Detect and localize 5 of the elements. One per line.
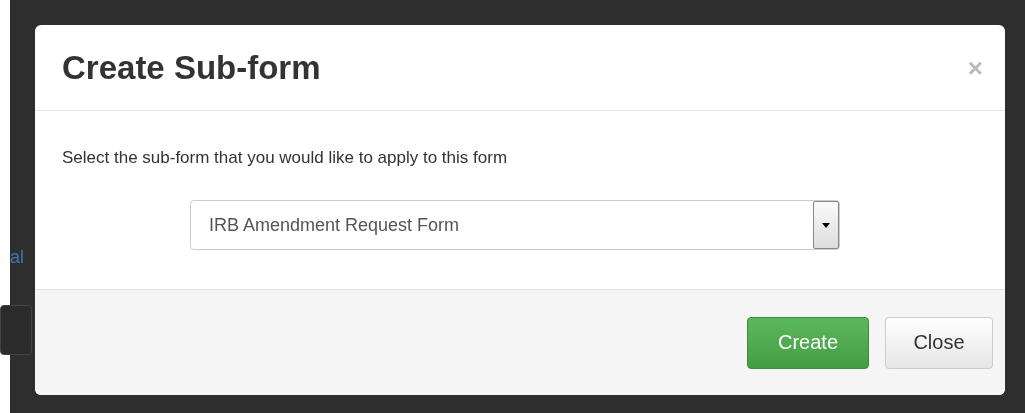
subform-select[interactable]: IRB Amendment Request Form — [190, 200, 840, 250]
close-button[interactable]: Close — [885, 316, 993, 369]
dialog-message: Select the sub-form that you would like to apply to this form — [62, 148, 509, 168]
dialog-title: Create Sub-form — [62, 48, 321, 87]
create-button[interactable]: Create — [747, 316, 869, 369]
